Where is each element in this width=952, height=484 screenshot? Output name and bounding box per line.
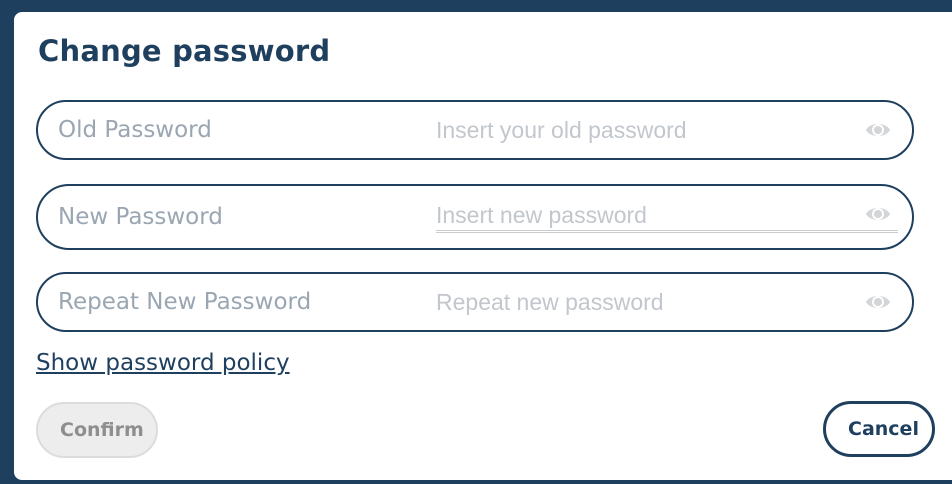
new-password-input[interactable] — [436, 200, 898, 233]
repeat-password-label: Repeat New Password — [58, 289, 312, 315]
confirm-button[interactable]: Confirm — [36, 402, 158, 458]
new-password-field: New Password — [36, 184, 914, 250]
new-password-label: New Password — [58, 204, 223, 230]
eye-icon[interactable] — [864, 116, 892, 144]
change-password-dialog: Change password Old Password New Passwor… — [14, 12, 952, 480]
old-password-label: Old Password — [58, 117, 212, 143]
repeat-password-field: Repeat New Password — [36, 272, 914, 332]
show-password-policy-link[interactable]: Show password policy — [36, 350, 290, 376]
dialog-title: Change password — [38, 34, 331, 68]
old-password-input[interactable] — [436, 112, 856, 148]
eye-icon[interactable] — [864, 288, 892, 316]
repeat-password-input[interactable] — [436, 284, 856, 320]
eye-icon[interactable] — [864, 200, 892, 228]
old-password-field: Old Password — [36, 100, 914, 160]
cancel-button[interactable]: Cancel — [823, 401, 935, 457]
